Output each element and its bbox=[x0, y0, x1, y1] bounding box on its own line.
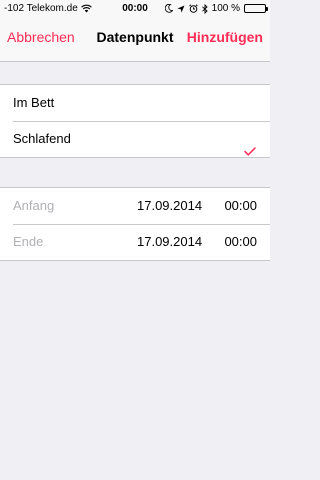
bluetooth-icon bbox=[201, 3, 208, 14]
battery-percent: 100 % bbox=[211, 3, 240, 14]
start-row[interactable]: Anfang 17.09.2014 00:00 bbox=[0, 188, 270, 224]
option-label: Im Bett bbox=[13, 95, 55, 110]
location-arrow-icon bbox=[177, 5, 185, 13]
start-label: Anfang bbox=[13, 198, 55, 213]
time-range-list: Anfang 17.09.2014 00:00 Ende 17.09.2014 … bbox=[0, 187, 270, 261]
alarm-icon bbox=[188, 4, 198, 13]
navigation-bar: Abbrechen Datenpunkt Hinzufügen bbox=[0, 17, 270, 61]
moon-icon bbox=[164, 4, 173, 13]
add-button[interactable]: Hinzufügen bbox=[187, 17, 263, 57]
option-label: Schlafend bbox=[13, 131, 71, 146]
end-date: 17.09.2014 bbox=[137, 234, 203, 249]
battery-icon bbox=[244, 4, 268, 13]
option-in-bed[interactable]: Im Bett bbox=[0, 85, 270, 121]
checkmark-icon bbox=[244, 134, 256, 170]
end-row[interactable]: Ende 17.09.2014 00:00 bbox=[0, 224, 270, 260]
sleep-type-list: Im Bett Schlafend bbox=[0, 84, 270, 158]
end-time: 00:00 bbox=[224, 234, 257, 249]
start-time: 00:00 bbox=[224, 198, 257, 213]
start-date: 17.09.2014 bbox=[137, 198, 203, 213]
status-bar: -102 Telekom.de 00:00 100 % bbox=[0, 0, 270, 17]
end-label: Ende bbox=[13, 234, 44, 249]
option-asleep[interactable]: Schlafend bbox=[0, 121, 270, 157]
top-bar: -102 Telekom.de 00:00 100 % Abbrechen Da… bbox=[0, 0, 270, 62]
